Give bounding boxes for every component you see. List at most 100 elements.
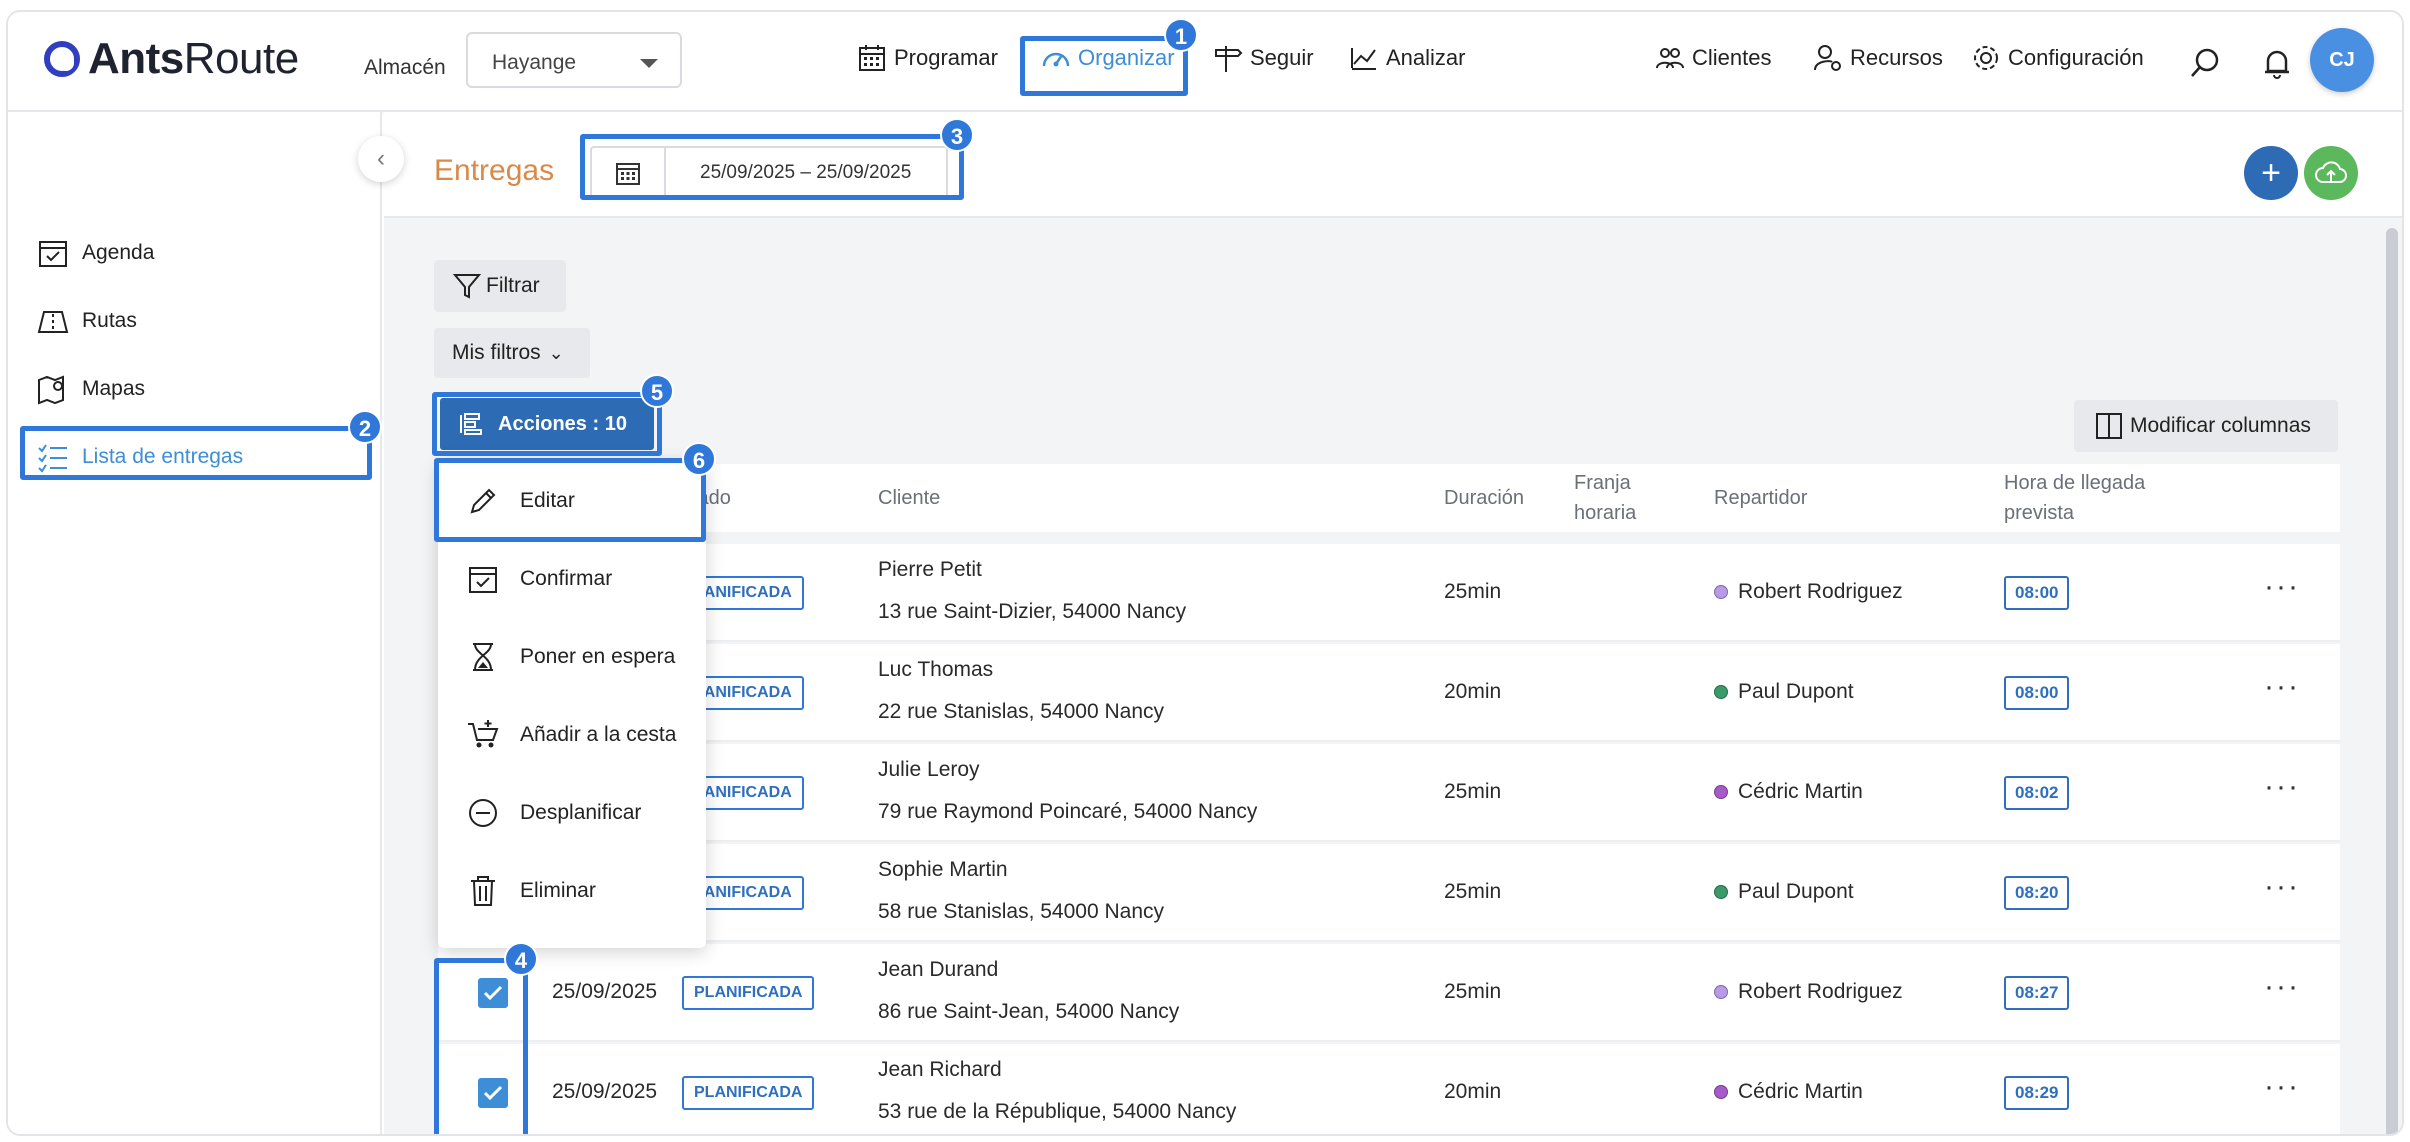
row-driver-name: Paul Dupont <box>1738 680 1854 703</box>
annotation-badge-4: 4 <box>504 942 538 976</box>
user-avatar[interactable]: CJ <box>2310 28 2374 92</box>
row-client-name[interactable]: Julie Leroy <box>878 758 980 782</box>
filter-button[interactable]: Filtrar <box>434 260 566 312</box>
add-button[interactable]: + <box>2244 146 2298 200</box>
row-eta-badge: 08:27 <box>2004 976 2070 1010</box>
row-driver: Paul Dupont <box>1714 680 1854 704</box>
row-driver-name: Cédric Martin <box>1738 1080 1863 1103</box>
row-client-name[interactable]: Sophie Martin <box>878 858 1008 882</box>
modify-columns-button[interactable]: Modificar columnas <box>2074 400 2338 452</box>
annotation-badge-5: 5 <box>640 374 674 408</box>
menu-item-confirmar[interactable]: Confirmar <box>466 562 612 596</box>
trash-icon <box>471 876 495 906</box>
row-client-name[interactable]: Jean Richard <box>878 1058 1002 1082</box>
row-driver: Robert Rodriguez <box>1714 980 1903 1004</box>
column-header-repartidor[interactable]: Repartidor <box>1714 483 1807 513</box>
row-client-name[interactable]: Luc Thomas <box>878 658 993 682</box>
table-row[interactable]: LANIFICADA Julie Leroy 79 rue Raymond Poin… <box>438 744 2340 842</box>
columns-icon <box>2096 413 2122 439</box>
sidebar-item-mapas[interactable]: Mapas <box>36 372 145 406</box>
sidebar-item-label: Agenda <box>82 241 155 264</box>
row-eta-badge: 08:00 <box>2004 576 2070 610</box>
search-icon <box>2191 48 2219 77</box>
row-client-address: 86 rue Saint-Jean, 54000 Nancy <box>878 1000 1180 1023</box>
user-gear-icon <box>1814 45 1841 71</box>
chevron-down-icon <box>640 59 658 68</box>
highlight-organizar <box>1020 36 1188 96</box>
minus-circle-icon <box>469 799 497 827</box>
menu-item-desplanificar[interactable]: Desplanificar <box>466 796 641 830</box>
signpost-icon <box>1215 46 1243 72</box>
collapse-sidebar-button[interactable]: ‹ <box>358 136 404 182</box>
driver-color-dot <box>1714 585 1728 599</box>
menu-item-anadir-cesta[interactable]: Añadir a la cesta <box>466 718 676 752</box>
nav-analizar-label: Analizar <box>1386 45 1466 70</box>
filter-label: Filtrar <box>486 274 540 297</box>
antsroute-logo[interactable]: AntsRoute <box>42 34 299 84</box>
row-eta-badge: 08:29 <box>2004 1076 2070 1110</box>
vertical-scrollbar[interactable] <box>2386 228 2398 1134</box>
basket-icon <box>468 720 499 748</box>
row-duration: 25min <box>1444 580 1502 603</box>
row-driver-name: Paul Dupont <box>1738 880 1854 903</box>
warehouse-select[interactable]: Hayange <box>466 32 682 88</box>
status-badge: PLANIFICADA <box>682 1076 815 1110</box>
column-header-franja[interactable]: Franja horaria <box>1574 468 1636 528</box>
search-button[interactable] <box>2188 46 2222 85</box>
more-options-icon[interactable]: ··· <box>2264 1070 2300 1104</box>
sidebar-item-agenda[interactable]: Agenda <box>36 236 154 270</box>
table-row[interactable]: LANIFICADA Pierre Petit 13 rue Saint-Dizie… <box>438 544 2340 642</box>
chart-area-icon <box>1351 48 1376 70</box>
more-options-icon[interactable]: ··· <box>2264 870 2300 904</box>
menu-item-eliminar[interactable]: Eliminar <box>466 874 596 908</box>
row-client-name[interactable]: Jean Durand <box>878 958 998 982</box>
table-row[interactable]: 25/09/2025 PLANIFICADA Jean Durand 86 rue S… <box>438 944 2340 1042</box>
driver-color-dot <box>1714 685 1728 699</box>
table-row[interactable]: LANIFICADA Luc Thomas 22 rue Stanislas, 54… <box>438 644 2340 742</box>
column-header-hora[interactable]: Hora de llegada prevista <box>2004 468 2145 528</box>
nav-analizar[interactable]: Analizar <box>1348 42 1465 74</box>
more-options-icon[interactable]: ··· <box>2264 670 2300 704</box>
row-date: 25/09/2025 <box>552 1080 658 1103</box>
nav-programar[interactable]: Programar <box>856 42 998 74</box>
sidebar-item-label: Rutas <box>82 309 137 332</box>
highlight-lista-entregas <box>20 426 372 480</box>
more-options-icon[interactable]: ··· <box>2264 970 2300 1004</box>
annotation-badge-1: 1 <box>1164 18 1198 52</box>
row-client-name[interactable]: Pierre Petit <box>878 558 982 582</box>
row-driver-name: Robert Rodriguez <box>1738 580 1903 603</box>
row-date: 25/09/2025 <box>552 980 658 1003</box>
gear-icon <box>1974 46 1998 70</box>
upload-button[interactable] <box>2304 146 2358 200</box>
column-header-cliente[interactable]: Cliente <box>878 483 940 513</box>
row-eta-badge: 08:02 <box>2004 776 2070 810</box>
nav-seguir-label: Seguir <box>1250 45 1314 70</box>
notifications-button[interactable] <box>2260 46 2294 85</box>
annotation-badge-3: 3 <box>940 118 974 152</box>
driver-color-dot <box>1714 885 1728 899</box>
annotation-badge-2: 2 <box>348 410 382 444</box>
nav-seguir[interactable]: Seguir <box>1212 42 1314 74</box>
calendar-grid-icon <box>859 45 885 71</box>
column-header-duracion[interactable]: Duración <box>1444 483 1524 513</box>
table-row[interactable]: 25/09/2025 PLANIFICADA Jean Richard 53 rue … <box>438 1044 2340 1134</box>
nav-clientes[interactable]: Clientes <box>1654 42 1771 74</box>
row-driver: Cédric Martin <box>1714 1080 1863 1104</box>
chevron-down-icon: ⌄ <box>548 342 564 363</box>
nav-recursos[interactable]: Recursos <box>1812 42 1943 74</box>
nav-clientes-label: Clientes <box>1692 45 1772 70</box>
more-options-icon[interactable]: ··· <box>2264 570 2300 604</box>
my-filters-label: Mis filtros <box>452 341 541 364</box>
more-options-icon[interactable]: ··· <box>2264 770 2300 804</box>
page-title: Entregas <box>434 154 555 187</box>
menu-item-label: Eliminar <box>520 879 596 902</box>
cloud-upload-icon <box>2315 161 2347 183</box>
logo-text: AntsRoute <box>88 34 299 83</box>
driver-color-dot <box>1714 985 1728 999</box>
highlight-checkboxes <box>434 958 528 1134</box>
my-filters-dropdown[interactable]: Mis filtros ⌄ <box>434 328 590 378</box>
menu-item-poner-en-espera[interactable]: Poner en espera <box>466 640 675 674</box>
sidebar-item-rutas[interactable]: Rutas <box>36 304 137 338</box>
table-row[interactable]: LANIFICADA Sophie Martin 58 rue Stanislas,… <box>438 844 2340 942</box>
nav-configuracion[interactable]: Configuración <box>1970 42 2144 74</box>
